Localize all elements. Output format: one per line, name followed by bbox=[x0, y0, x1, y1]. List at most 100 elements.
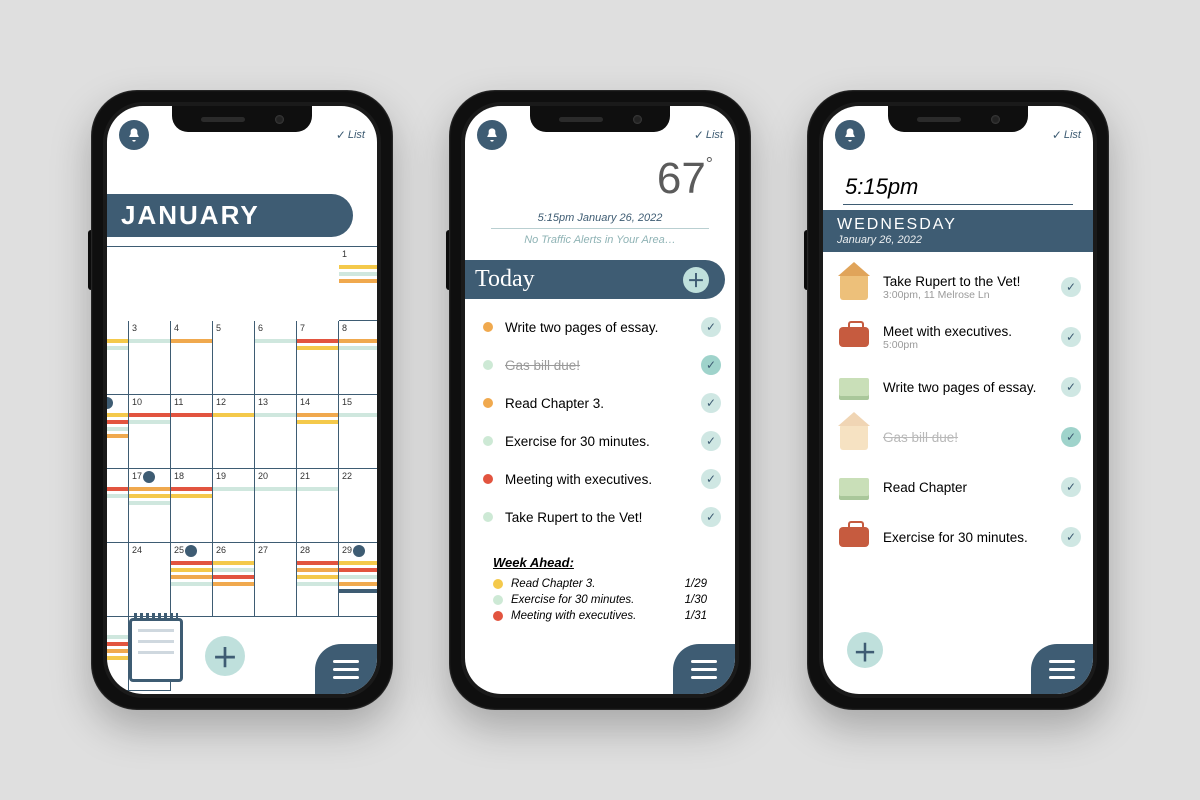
calendar-cell bbox=[297, 247, 339, 321]
task-check-button[interactable]: ✓ bbox=[1061, 377, 1081, 397]
calendar-cell[interactable]: 2 bbox=[107, 321, 129, 395]
calendar-cell[interactable]: 30 bbox=[107, 617, 129, 691]
calendar-cell[interactable]: 3 bbox=[129, 321, 171, 395]
brief-icon bbox=[839, 327, 869, 347]
bell-icon bbox=[842, 127, 858, 143]
category-dot-icon bbox=[493, 595, 503, 605]
task-check-button[interactable]: ✓ bbox=[1061, 277, 1081, 297]
calendar-cell[interactable]: 1 bbox=[339, 247, 377, 321]
list-view-button[interactable]: List bbox=[1052, 128, 1081, 142]
brief-icon bbox=[839, 527, 869, 547]
calendar-cell[interactable]: 5 bbox=[213, 321, 255, 395]
calendar-cell[interactable]: 6 bbox=[255, 321, 297, 395]
calendar-cell[interactable]: 17 bbox=[129, 469, 171, 543]
week-ahead-date: 1/31 bbox=[685, 610, 707, 622]
task-row[interactable]: Take Rupert to the Vet!✓ bbox=[483, 498, 721, 536]
calendar-cell[interactable]: 26 bbox=[213, 543, 255, 617]
task-check-button[interactable]: ✓ bbox=[1061, 527, 1081, 547]
notes-button[interactable] bbox=[129, 618, 183, 682]
week-ahead-row[interactable]: Meeting with executives.1/31 bbox=[493, 608, 707, 624]
day-task-row[interactable]: Write two pages of essay. ✓ bbox=[837, 362, 1081, 412]
calendar-cell[interactable]: 16 bbox=[107, 469, 129, 543]
day-header: WEDNESDAY January 26, 2022 bbox=[823, 210, 1093, 252]
task-check-button[interactable]: ✓ bbox=[1061, 427, 1081, 447]
temperature-display: 67° bbox=[657, 154, 713, 204]
day-task-row[interactable]: Gas bill due! ✓ bbox=[837, 412, 1081, 462]
calendar-cell[interactable]: 22 bbox=[339, 469, 377, 543]
traffic-status: No Traffic Alerts in Your Area… bbox=[465, 234, 735, 246]
calendar-cell[interactable]: 29 bbox=[339, 543, 377, 617]
week-ahead-section: Week Ahead: Read Chapter 3.1/29Exercise … bbox=[493, 555, 707, 624]
task-check-button[interactable]: ✓ bbox=[701, 355, 721, 375]
moon-icon bbox=[107, 397, 113, 409]
task-check-button[interactable]: ✓ bbox=[1061, 477, 1081, 497]
calendar-cell[interactable]: 11 bbox=[171, 395, 213, 469]
notifications-button[interactable] bbox=[119, 120, 149, 150]
calendar-cell[interactable]: 7 bbox=[297, 321, 339, 395]
calendar-cell[interactable]: 23 bbox=[107, 543, 129, 617]
calendar-cell[interactable]: 13 bbox=[255, 395, 297, 469]
list-view-button[interactable]: List bbox=[694, 128, 723, 142]
task-row[interactable]: Exercise for 30 minutes. ✓ bbox=[483, 422, 721, 460]
task-row[interactable]: Read Chapter 3.✓ bbox=[483, 384, 721, 422]
calendar-cell[interactable]: 8 bbox=[339, 321, 377, 395]
week-ahead-row[interactable]: Exercise for 30 minutes.1/30 bbox=[493, 592, 707, 608]
calendar-cell[interactable]: 14 bbox=[297, 395, 339, 469]
add-button[interactable]: ＋ bbox=[205, 636, 245, 676]
calendar-cell bbox=[255, 617, 297, 691]
today-header: Today ＋ bbox=[465, 260, 725, 299]
calendar-cell bbox=[213, 247, 255, 321]
calendar-cell[interactable]: 24 bbox=[129, 543, 171, 617]
calendar-cell[interactable]: 4 bbox=[171, 321, 213, 395]
calendar-cell[interactable]: 12 bbox=[213, 395, 255, 469]
task-check-button[interactable]: ✓ bbox=[701, 317, 721, 337]
calendar-cell[interactable]: 21 bbox=[297, 469, 339, 543]
task-title: Gas bill due! bbox=[883, 430, 1049, 445]
day-task-row[interactable]: Meet with executives.5:00pm✓ bbox=[837, 312, 1081, 362]
day-task-row[interactable]: Exercise for 30 minutes.✓ bbox=[837, 512, 1081, 562]
task-row[interactable]: Meeting with executives.✓ bbox=[483, 460, 721, 498]
calendar-cell[interactable]: 25 bbox=[171, 543, 213, 617]
category-dot-icon bbox=[483, 360, 493, 370]
calendar-cell[interactable]: 28 bbox=[297, 543, 339, 617]
calendar-cell bbox=[107, 247, 129, 321]
task-check-button[interactable]: ✓ bbox=[701, 469, 721, 489]
add-task-button[interactable]: ＋ bbox=[683, 267, 709, 293]
list-view-button[interactable]: List bbox=[336, 128, 365, 142]
day-task-row[interactable]: Take Rupert to the Vet!3:00pm, 11 Melros… bbox=[837, 262, 1081, 312]
task-check-button[interactable]: ✓ bbox=[701, 507, 721, 527]
day-task-list: Take Rupert to the Vet!3:00pm, 11 Melros… bbox=[837, 262, 1081, 562]
calendar-cell[interactable]: 18 bbox=[171, 469, 213, 543]
category-dot-icon bbox=[483, 436, 493, 446]
menu-button[interactable] bbox=[1031, 644, 1093, 694]
task-title: Write two pages of essay. bbox=[883, 380, 1049, 395]
phone-today: List 67° 5:15pm January 26, 2022 No Traf… bbox=[449, 90, 751, 710]
notifications-button[interactable] bbox=[835, 120, 865, 150]
calendar-cell[interactable]: 27 bbox=[255, 543, 297, 617]
calendar-cell[interactable]: 10 bbox=[129, 395, 171, 469]
task-title: Meet with executives. bbox=[883, 324, 1049, 339]
task-check-button[interactable]: ✓ bbox=[701, 393, 721, 413]
menu-button[interactable] bbox=[315, 644, 377, 694]
calendar-cell[interactable]: 15 bbox=[339, 395, 377, 469]
category-dot-icon bbox=[493, 611, 503, 621]
day-task-row[interactable]: Read Chapter ✓ bbox=[837, 462, 1081, 512]
task-check-button[interactable]: ✓ bbox=[1061, 327, 1081, 347]
week-ahead-heading: Week Ahead: bbox=[493, 555, 707, 570]
notifications-button[interactable] bbox=[477, 120, 507, 150]
calendar-cell[interactable]: 20 bbox=[255, 469, 297, 543]
task-row[interactable]: Write two pages of essay.✓ bbox=[483, 308, 721, 346]
task-row[interactable]: Gas bill due!✓ bbox=[483, 346, 721, 384]
week-ahead-date: 1/29 bbox=[685, 578, 707, 590]
week-ahead-row[interactable]: Read Chapter 3.1/29 bbox=[493, 576, 707, 592]
task-title: Read Chapter bbox=[883, 480, 1049, 495]
moon-icon bbox=[353, 545, 365, 557]
task-text: Exercise for 30 minutes. bbox=[505, 434, 689, 449]
calendar-cell bbox=[255, 247, 297, 321]
calendar-cell[interactable]: 9 bbox=[107, 395, 129, 469]
menu-button[interactable] bbox=[673, 644, 735, 694]
calendar-cell[interactable]: 19 bbox=[213, 469, 255, 543]
add-button[interactable]: ＋ bbox=[847, 632, 883, 668]
task-check-button[interactable]: ✓ bbox=[701, 431, 721, 451]
device-notch bbox=[888, 106, 1028, 132]
